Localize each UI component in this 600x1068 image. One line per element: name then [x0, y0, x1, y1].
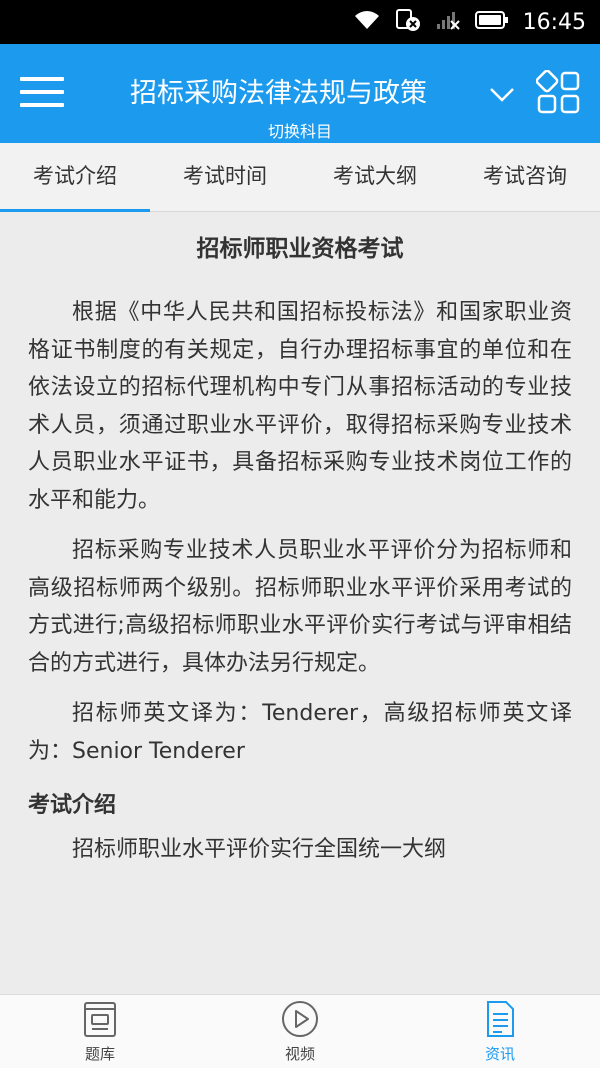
app-header: 招标采购法律法规与政策 切换科目 — [0, 44, 600, 143]
nav-news[interactable]: 资讯 — [400, 995, 600, 1068]
battery-icon — [474, 10, 509, 34]
nav-label: 资讯 — [484, 1045, 515, 1063]
tab-exam-consult[interactable]: 考试咨询 — [450, 143, 600, 211]
signal-icon — [435, 9, 461, 35]
article-paragraph: 根据《中华人民共和国招标投标法》和国家职业资格证书制度的有关规定，自行办理招标事… — [28, 300, 572, 513]
nav-question-bank[interactable]: 题库 — [0, 995, 200, 1068]
article-paragraph: 招标采购专业技术人员职业水平评价分为招标师和高级招标师两个级别。招标师职业水平评… — [28, 538, 572, 676]
tab-bar: 考试介绍 考试时间 考试大纲 考试咨询 — [0, 143, 600, 212]
subject-title[interactable]: 招标采购法律法规与政策 — [130, 74, 470, 114]
article-title: 招标师职业资格考试 — [196, 236, 404, 262]
article-paragraph: 招标师英文译为：Tenderer，高级招标师英文译为：Senior Tender… — [28, 701, 572, 764]
status-time: 16:45 — [522, 9, 586, 35]
menu-button[interactable] — [20, 77, 64, 107]
grid-menu-icon[interactable] — [535, 69, 582, 116]
nav-label: 题库 — [84, 1045, 115, 1063]
section-heading: 考试介绍 — [28, 793, 117, 818]
nav-label: 视频 — [284, 1045, 315, 1063]
switch-subject-label[interactable]: 切换科目 — [0, 118, 600, 142]
article-content[interactable]: 招标师职业资格考试 根据《中华人民共和国招标投标法》和国家职业资格证书制度的有关… — [0, 212, 600, 994]
news-document-icon — [480, 999, 520, 1039]
bottom-nav: 题库 视频 资讯 — [0, 994, 600, 1068]
wifi-icon — [353, 9, 381, 35]
play-icon — [280, 999, 320, 1039]
article-paragraph: 招标师职业水平评价实行全国统一大纲 — [72, 837, 447, 862]
chevron-down-icon[interactable] — [488, 80, 516, 108]
tab-exam-time[interactable]: 考试时间 — [150, 143, 300, 211]
sim-blocked-icon — [395, 8, 421, 36]
tab-exam-syllabus[interactable]: 考试大纲 — [300, 143, 450, 211]
nav-video[interactable]: 视频 — [200, 995, 400, 1068]
question-bank-icon — [80, 999, 120, 1039]
status-bar: 16:45 — [0, 0, 600, 44]
tab-exam-intro[interactable]: 考试介绍 — [0, 143, 150, 212]
